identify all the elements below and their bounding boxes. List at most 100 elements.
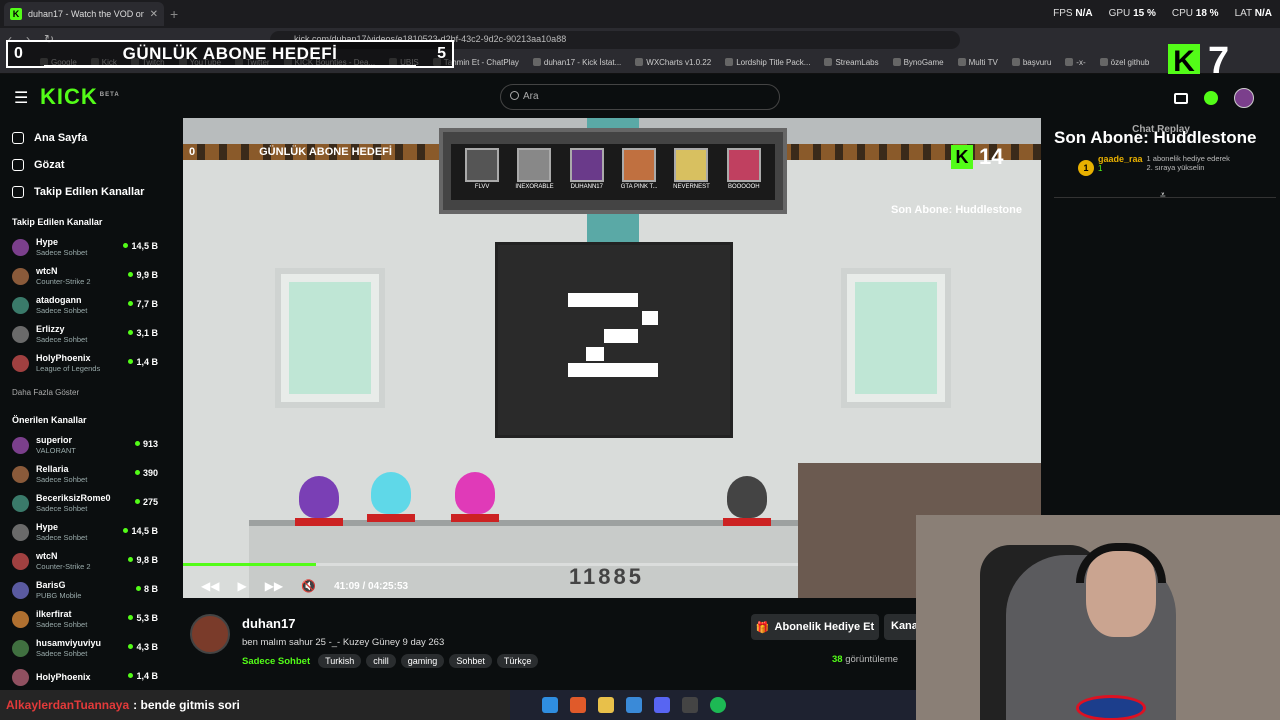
recommended-heading: Önerilen Kanallar: [12, 415, 87, 425]
channel-item[interactable]: Erlizzy Sadece Sohbet 3,1 B: [0, 320, 170, 349]
rank-badge: 1: [1078, 160, 1094, 176]
chevron-down-icon[interactable]: ⩡: [1160, 190, 1166, 201]
play-icon[interactable]: ▶: [237, 579, 246, 593]
bookmark-item[interactable]: Lordship Title Pack...: [725, 58, 810, 67]
channel-item[interactable]: BarisG PUBG Mobile 8 B: [0, 576, 170, 605]
browser-tab[interactable]: K duhan17 - Watch the VOD on Ki ✕: [4, 2, 164, 26]
spotify-icon[interactable]: [710, 697, 726, 713]
folder-icon[interactable]: [598, 697, 614, 713]
gift-sub-button[interactable]: 🎁 Abonelik Hediye Et: [751, 614, 879, 640]
app-icon[interactable]: [626, 697, 642, 713]
channel-name: BeceriksizRome0: [36, 493, 111, 503]
bookmark-item[interactable]: Multi TV: [958, 58, 998, 67]
channel-item[interactable]: HolyPhoenix 1,4 B: [0, 663, 170, 690]
gpu-label: GPU: [1108, 8, 1131, 19]
channel-button[interactable]: Kana: [884, 614, 916, 640]
menu-icon[interactable]: ☰: [14, 88, 28, 108]
search-input[interactable]: Ara: [500, 84, 780, 110]
stream-category[interactable]: Sadece Sohbet: [242, 656, 310, 667]
purple-bird: [295, 476, 343, 526]
channel-item[interactable]: Rellaria Sadece Sohbet 390: [0, 460, 170, 489]
channel-item[interactable]: HolyPhoenix League of Legends 1,4 B: [0, 349, 170, 378]
channel-name: Rellaria: [36, 464, 69, 474]
gpu-value: 15 %: [1133, 8, 1156, 19]
gift-sub-label: Abonelik Hediye Et: [774, 621, 875, 633]
channel-avatar: [12, 437, 29, 454]
kick-favicon-icon: K: [10, 8, 22, 20]
bookmark-item[interactable]: özel github: [1100, 58, 1150, 67]
browse-icon: [12, 158, 24, 171]
kick-coin-icon[interactable]: [1204, 91, 1218, 105]
view-count: 38 görüntüleme: [832, 654, 898, 665]
heart-icon: [12, 185, 24, 198]
current-time: 41:09: [334, 580, 360, 592]
channel-item[interactable]: BeceriksizRome0 Sadece Sohbet 275: [0, 489, 170, 518]
stream-tag[interactable]: Turkish: [318, 654, 362, 668]
channel-item[interactable]: atadogann Sadece Sohbet 7,7 B: [0, 291, 170, 320]
stream-title: ben malım sahur 25 -_- Kuzey Güney 9 day…: [242, 637, 445, 648]
channel-text: ilkerfirat Sadece Sohbet: [36, 609, 87, 630]
channel-name: husamviyuviyu: [36, 638, 102, 648]
streams-icon[interactable]: [1174, 92, 1188, 104]
channel-item[interactable]: wtcN Counter-Strike 2 9,8 B: [0, 547, 170, 576]
bookmark-item[interactable]: StreamLabs: [824, 58, 878, 67]
stream-tag[interactable]: gaming: [400, 654, 445, 668]
brave-icon[interactable]: [570, 697, 586, 713]
lat-value: N/A: [1254, 8, 1272, 19]
channel-name: Erlizzy: [36, 324, 65, 334]
sidebar-item-home[interactable]: Ana Sayfa: [0, 124, 170, 151]
pink-bird: [451, 472, 499, 522]
channel-item[interactable]: husamviyuviyu Sadece Sohbet 4,3 B: [0, 634, 170, 663]
show-more-link[interactable]: Daha Fazla Göster: [0, 378, 170, 403]
bookmark-item[interactable]: duhan17 - Kick İstat...: [533, 58, 621, 67]
close-tab-icon[interactable]: ✕: [150, 9, 158, 20]
viewer-count: 5,3 B: [128, 613, 158, 623]
home-icon: [12, 131, 24, 144]
followed-list: Hype Sadece Sohbet 14,5 BwtcN Counter-Strik…: [0, 233, 170, 378]
rewind-icon[interactable]: ◀◀: [201, 579, 219, 593]
channel-avatar[interactable]: [190, 614, 230, 654]
stream-tag[interactable]: Türkçe: [496, 654, 539, 668]
goal-current: 0: [14, 45, 23, 62]
bookmark-item[interactable]: BynoGame: [893, 58, 944, 67]
sidebar-item-browse[interactable]: Gözat: [0, 151, 170, 178]
obs-icon[interactable]: [682, 697, 698, 713]
channel-name: ilkerfirat: [36, 609, 72, 619]
channel-name: wtcN: [36, 266, 58, 276]
gift-count: 1: [1098, 164, 1103, 173]
forward-icon[interactable]: ▶▶: [265, 579, 283, 593]
channel-item[interactable]: Hype Sadece Sohbet 14,5 B: [0, 233, 170, 262]
ingame-kick-value: 14: [979, 144, 1004, 169]
avatar[interactable]: [1234, 88, 1254, 108]
channel-text: Hype Sadece Sohbet: [36, 237, 87, 258]
channel-name[interactable]: duhan17: [242, 616, 295, 631]
channel-item[interactable]: Hype Sadece Sohbet 14,5 B: [0, 518, 170, 547]
channel-item[interactable]: superior VALORANT 913: [0, 431, 170, 460]
search-icon: [510, 91, 519, 100]
ingame-goal-title: GÜNLÜK ABONE HEDEFİ: [259, 146, 392, 158]
channel-item[interactable]: ilkerfirat Sadece Sohbet 5,3 B: [0, 605, 170, 634]
ingame-kick-count: K 14: [951, 144, 1003, 170]
discord-icon[interactable]: [654, 697, 670, 713]
bookmark-item[interactable]: WXCharts v1.0.22: [635, 58, 711, 67]
windows-start-icon[interactable]: [542, 697, 558, 713]
mute-icon[interactable]: 🔇: [301, 579, 316, 593]
new-tab-icon[interactable]: +: [170, 6, 178, 22]
channel-name: Hype: [36, 522, 59, 532]
bookmark-item[interactable]: -x-: [1065, 58, 1085, 67]
channel-category: Sadece Sohbet: [36, 335, 88, 344]
channel-item[interactable]: wtcN Counter-Strike 2 9,9 B: [0, 262, 170, 291]
stream-tag[interactable]: chill: [366, 654, 396, 668]
ingame-last-sub: Son Abone: Huddlestone: [891, 204, 1022, 216]
last-sub-overlay: Son Abone: Huddlestone: [1054, 128, 1257, 147]
ingame-kick-icon: K: [951, 145, 973, 169]
gifter-name: gaade_raa: [1098, 154, 1143, 164]
bookmark-item[interactable]: başvuru: [1012, 58, 1051, 67]
kick-logo[interactable]: KICK BETA: [40, 84, 120, 110]
fps-label: FPS: [1053, 8, 1073, 19]
gift-leaderboard-item[interactable]: 1 gaade_raa 1 1 abonelik hediye ederek 2…: [1078, 154, 1274, 184]
sidebar-item-heart[interactable]: Takip Edilen Kanallar: [0, 178, 170, 205]
stream-tag[interactable]: Sohbet: [449, 654, 492, 668]
channel-name: HolyPhoenix: [36, 353, 91, 363]
channel-category: Sadece Sohbet: [36, 620, 88, 629]
